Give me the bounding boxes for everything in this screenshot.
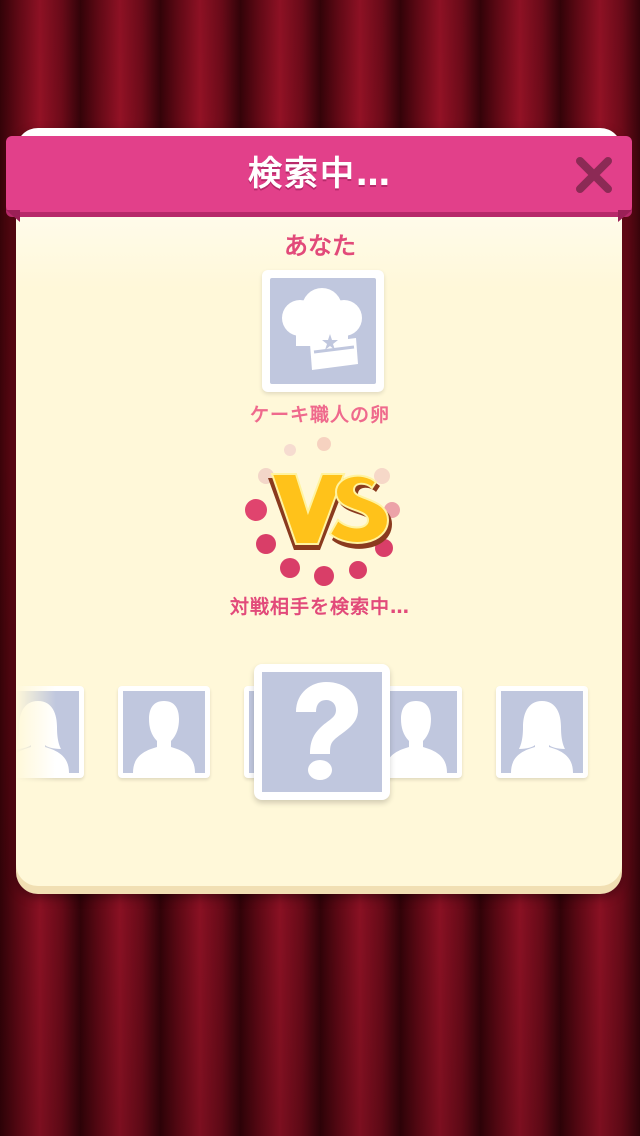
- vs-badge: [220, 430, 420, 590]
- carousel-fade-left: [16, 650, 56, 830]
- vs-badge-graphic: [245, 437, 400, 586]
- dialog-title: 検索中…: [248, 154, 392, 194]
- opponent-carousel: [16, 650, 622, 830]
- player-rank: ケーキ職人の卵: [249, 404, 390, 426]
- opponent-slot: [496, 686, 588, 778]
- player-avatar: [262, 270, 384, 392]
- female-silhouette-icon: [511, 701, 573, 773]
- opponent-slot: [118, 686, 210, 778]
- male-silhouette-icon: [133, 701, 195, 773]
- close-button[interactable]: [566, 150, 622, 200]
- opponent-slot-current: [254, 664, 390, 800]
- player-label: あなた: [284, 232, 356, 260]
- searching-status: 対戦相手を検索中…: [229, 596, 410, 618]
- chef-hat-icon: [282, 288, 362, 370]
- question-mark-icon: [296, 682, 358, 780]
- carousel-fade-right: [582, 650, 622, 830]
- close-x-icon: [576, 157, 612, 193]
